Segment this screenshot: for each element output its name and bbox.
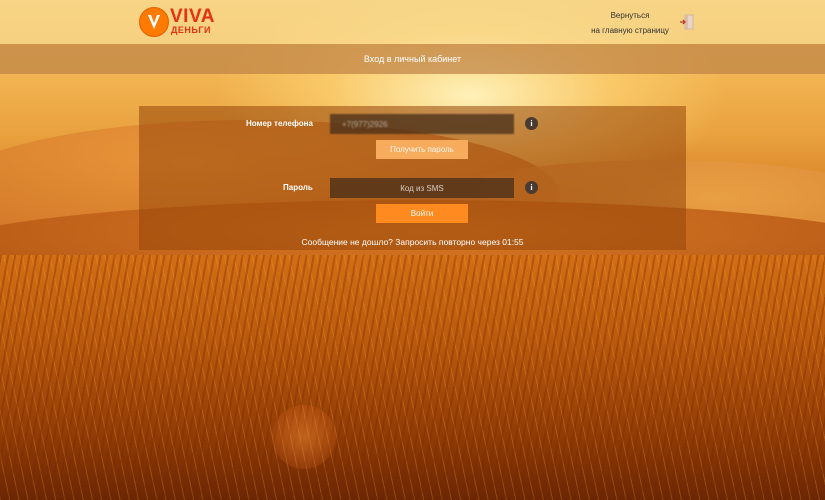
header: VIVA ДЕНЬГИ Вернуться на главную страниц… (0, 0, 825, 44)
exit-door-icon[interactable] (680, 14, 694, 30)
background-image (0, 0, 825, 500)
get-password-button[interactable]: Получить пароль (376, 140, 468, 159)
sms-code-input[interactable] (330, 178, 514, 198)
phone-info-icon[interactable]: i (525, 117, 538, 130)
phone-input[interactable] (330, 114, 514, 134)
resend-sms-text[interactable]: Сообщение не дошло? Запросить повторно ч… (139, 237, 686, 247)
logo-v-icon (148, 15, 160, 29)
password-label: Пароль (283, 183, 313, 192)
back-to-home-link[interactable]: Вернуться на главную страницу (585, 8, 675, 38)
back-link-line2: на главную страницу (591, 26, 669, 35)
viva-dengi-logo[interactable]: VIVA ДЕНЬГИ (139, 6, 219, 37)
password-info-icon[interactable]: i (525, 181, 538, 194)
page-title: Вход в личный кабинет (363, 54, 462, 64)
login-button[interactable]: Войти (376, 204, 468, 223)
lens-flare (272, 405, 336, 469)
page-title-bar: Вход в личный кабинет (0, 44, 825, 74)
logo-circle-icon (139, 7, 169, 37)
login-panel: Номер телефона i Получить пароль Пароль … (139, 106, 686, 250)
wheat-field (0, 255, 825, 500)
back-link-line1: Вернуться (610, 11, 650, 20)
logo-name-line2: ДЕНЬГИ (171, 25, 211, 35)
phone-label: Номер телефона (246, 119, 313, 128)
